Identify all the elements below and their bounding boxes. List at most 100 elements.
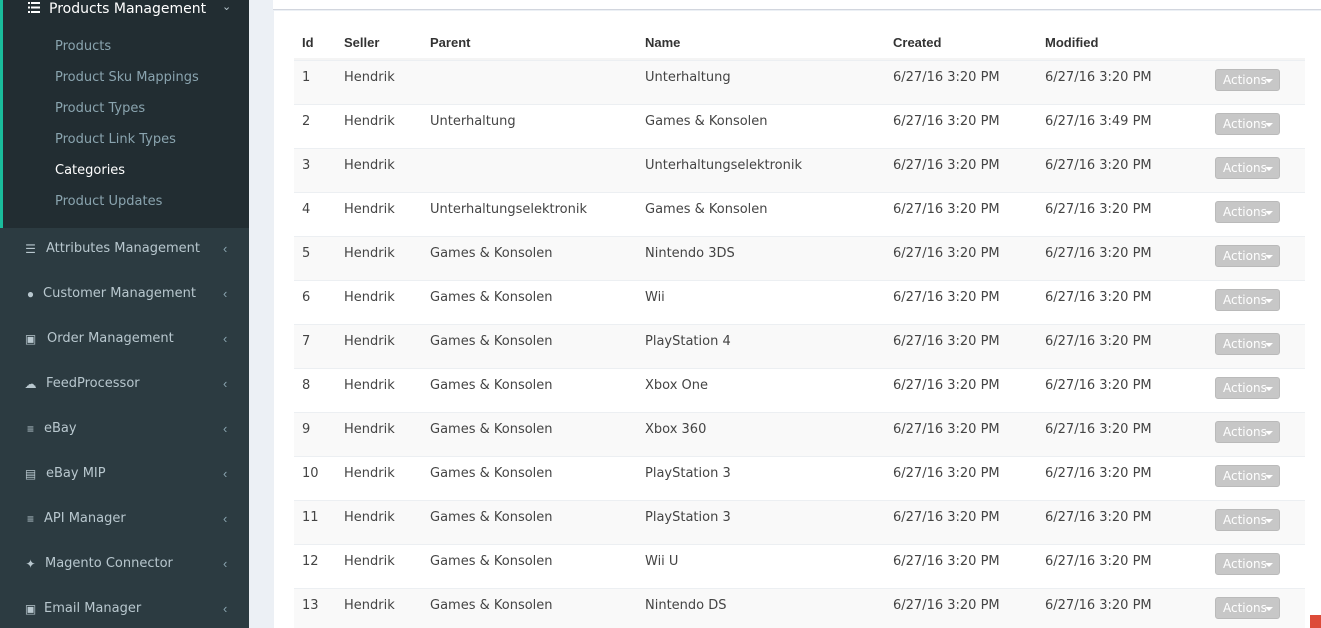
cell-id: 5 bbox=[302, 246, 311, 261]
products-management-menu: Products Management ⌄ Products Product S… bbox=[0, 0, 249, 228]
sidebar-item-categories[interactable]: Categories bbox=[55, 163, 125, 178]
money-icon: ▤ bbox=[24, 467, 37, 481]
sidebar-item-magento-connector[interactable]: ✦ Magento Connector ‹ bbox=[0, 543, 249, 587]
sidebar-item-product-link-types[interactable]: Product Link Types bbox=[55, 132, 176, 147]
table-row: 3 Hendrik Unterhaltungselektronik 6/27/16 3… bbox=[294, 148, 1305, 192]
column-header-seller[interactable]: Seller bbox=[344, 35, 379, 50]
table-row: 6 Hendrik Games & Konsolen Wii 6/27/16 3:20 … bbox=[294, 280, 1305, 324]
cell-created: 6/27/16 3:20 PM bbox=[893, 378, 1000, 393]
actions-button[interactable]: Actions bbox=[1215, 465, 1280, 487]
actions-button[interactable]: Actions bbox=[1215, 113, 1280, 135]
cell-id: 13 bbox=[302, 598, 319, 613]
actions-button[interactable]: Actions bbox=[1215, 421, 1280, 443]
cell-seller: Hendrik bbox=[344, 114, 395, 129]
cell-id: 10 bbox=[302, 466, 319, 481]
actions-button[interactable]: Actions bbox=[1215, 157, 1280, 179]
table-header: Id Seller Parent Name Created Modified bbox=[294, 29, 1305, 60]
sidebar-item-feedprocessor[interactable]: ☁ FeedProcessor ‹ bbox=[0, 363, 249, 407]
cell-created: 6/27/16 3:20 PM bbox=[893, 598, 1000, 613]
categories-box: Id Seller Parent Name Created Modified 1… bbox=[274, 11, 1321, 628]
cell-name: Wii U bbox=[645, 554, 679, 569]
table-row: 4 Hendrik Unterhaltungselektronik Games & K… bbox=[294, 192, 1305, 236]
sidebar-item-product-types[interactable]: Product Types bbox=[55, 101, 145, 116]
cell-name: Nintendo 3DS bbox=[645, 246, 735, 261]
actions-button[interactable]: Actions bbox=[1215, 245, 1280, 267]
column-header-modified[interactable]: Modified bbox=[1045, 35, 1098, 50]
cell-created: 6/27/16 3:20 PM bbox=[893, 114, 1000, 129]
chevron-left-icon: ‹ bbox=[223, 286, 228, 301]
list-icon bbox=[28, 2, 40, 13]
column-header-id[interactable]: Id bbox=[302, 35, 314, 50]
actions-button[interactable]: Actions bbox=[1215, 201, 1280, 223]
sidebar-item-ebay[interactable]: ≡ eBay ‹ bbox=[0, 408, 249, 452]
actions-button[interactable]: Actions bbox=[1215, 553, 1280, 575]
actions-label: Actions bbox=[1223, 117, 1267, 131]
cell-created: 6/27/16 3:20 PM bbox=[893, 554, 1000, 569]
user-icon: ● bbox=[26, 287, 35, 301]
caret-down-icon bbox=[1265, 519, 1273, 523]
cell-id: 7 bbox=[302, 334, 311, 349]
cell-name: Xbox 360 bbox=[645, 422, 707, 437]
actions-label: Actions bbox=[1223, 337, 1267, 351]
actions-button[interactable]: Actions bbox=[1215, 597, 1280, 619]
actions-button[interactable]: Actions bbox=[1215, 69, 1280, 91]
sidebar-item-order-management[interactable]: ▣ Order Management ‹ bbox=[0, 318, 249, 362]
products-management-header[interactable]: Products Management ⌄ bbox=[3, 0, 249, 20]
cell-seller: Hendrik bbox=[344, 510, 395, 525]
cell-parent: Games & Konsolen bbox=[430, 334, 553, 349]
cell-modified: 6/27/16 3:49 PM bbox=[1045, 114, 1152, 129]
cell-seller: Hendrik bbox=[344, 598, 395, 613]
sidebar-item-product-sku-mappings[interactable]: Product Sku Mappings bbox=[55, 70, 199, 85]
cell-seller: Hendrik bbox=[344, 422, 395, 437]
cell-parent: Games & Konsolen bbox=[430, 510, 553, 525]
actions-label: Actions bbox=[1223, 293, 1267, 307]
caret-down-icon bbox=[1265, 167, 1273, 171]
table-row: 2 Hendrik Unterhaltung Games & Konsolen 6/27… bbox=[294, 104, 1305, 148]
cell-parent: Games & Konsolen bbox=[430, 554, 553, 569]
menu-label: Customer Management bbox=[43, 286, 196, 301]
table-row: 1 Hendrik Unterhaltung 6/27/16 3:20 PM 6/27/… bbox=[294, 60, 1305, 104]
cell-name: Games & Konsolen bbox=[645, 202, 768, 217]
column-header-name[interactable]: Name bbox=[645, 35, 680, 50]
products-management-label: Products Management bbox=[49, 1, 207, 17]
chevron-left-icon: ‹ bbox=[223, 331, 228, 346]
cell-id: 12 bbox=[302, 554, 319, 569]
cell-name: Unterhaltung bbox=[645, 70, 731, 85]
actions-button[interactable]: Actions bbox=[1215, 509, 1280, 531]
sidebar-item-product-updates[interactable]: Product Updates bbox=[55, 194, 162, 209]
inbox-icon: ▣ bbox=[24, 602, 37, 616]
cart-icon: ≡ bbox=[26, 512, 34, 526]
caret-down-icon bbox=[1265, 211, 1273, 215]
column-header-created[interactable]: Created bbox=[893, 35, 941, 50]
cell-seller: Hendrik bbox=[344, 158, 395, 173]
sidebar-item-customer-management[interactable]: ● Customer Management ‹ bbox=[0, 273, 249, 317]
cell-created: 6/27/16 3:20 PM bbox=[893, 510, 1000, 525]
content-header-strip bbox=[273, 0, 1321, 10]
cell-parent: Games & Konsolen bbox=[430, 246, 553, 261]
actions-label: Actions bbox=[1223, 381, 1267, 395]
table-row: 10 Hendrik Games & Konsolen PlayStation 3 6/… bbox=[294, 456, 1305, 500]
cell-parent: Games & Konsolen bbox=[430, 378, 553, 393]
caret-down-icon bbox=[1265, 255, 1273, 259]
cell-created: 6/27/16 3:20 PM bbox=[893, 202, 1000, 217]
actions-button[interactable]: Actions bbox=[1215, 377, 1280, 399]
actions-label: Actions bbox=[1223, 513, 1267, 527]
actions-button[interactable]: Actions bbox=[1215, 333, 1280, 355]
cell-created: 6/27/16 3:20 PM bbox=[893, 422, 1000, 437]
chevron-left-icon: ‹ bbox=[223, 556, 228, 571]
menu-label: API Manager bbox=[44, 511, 126, 526]
sidebar-item-products[interactable]: Products bbox=[55, 39, 111, 54]
cart-icon: ≡ bbox=[26, 422, 34, 436]
table-row: 11 Hendrik Games & Konsolen PlayStation 3 6/… bbox=[294, 500, 1305, 544]
sidebar: Products Management ⌄ Products Product S… bbox=[0, 0, 249, 628]
actions-button[interactable]: Actions bbox=[1215, 289, 1280, 311]
cell-name: PlayStation 3 bbox=[645, 510, 731, 525]
sidebar-item-attributes-management[interactable]: ☰ Attributes Management ‹ bbox=[0, 228, 249, 272]
column-header-parent[interactable]: Parent bbox=[430, 35, 470, 50]
sidebar-item-email-manager[interactable]: ▣ Email Manager ‹ bbox=[0, 588, 249, 628]
sidebar-item-ebay-mip[interactable]: ▤ eBay MIP ‹ bbox=[0, 453, 249, 497]
caret-down-icon bbox=[1265, 607, 1273, 611]
sidebar-item-api-manager[interactable]: ≡ API Manager ‹ bbox=[0, 498, 249, 542]
cell-created: 6/27/16 3:20 PM bbox=[893, 246, 1000, 261]
cell-parent: Unterhaltung bbox=[430, 114, 516, 129]
